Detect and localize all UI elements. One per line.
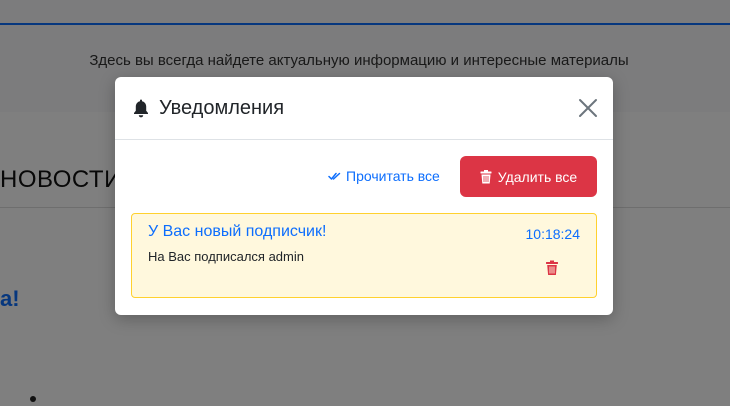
trash-icon: [480, 169, 492, 183]
notifications-modal: Уведомления Прочитать все Удалить все У …: [115, 77, 613, 315]
notification-body: На Вас подписался admin: [148, 249, 304, 264]
read-all-button[interactable]: Прочитать все: [328, 168, 440, 184]
double-check-icon: [328, 172, 341, 180]
delete-all-label: Удалить все: [497, 168, 578, 185]
notification-title[interactable]: У Вас новый подписчик!: [148, 223, 326, 241]
modal-title: Уведомления: [159, 97, 285, 119]
notification-time: 10:18:24: [525, 226, 581, 242]
delete-all-button[interactable]: Удалить все: [460, 156, 597, 197]
close-icon[interactable]: [577, 97, 599, 119]
notification-item[interactable]: У Вас новый подписчик! 10:18:24 На Вас п…: [131, 213, 597, 298]
bell-icon: [134, 99, 148, 118]
modal-header: Уведомления: [115, 77, 613, 140]
delete-notification-icon[interactable]: [545, 260, 559, 276]
read-all-label: Прочитать все: [346, 168, 440, 184]
